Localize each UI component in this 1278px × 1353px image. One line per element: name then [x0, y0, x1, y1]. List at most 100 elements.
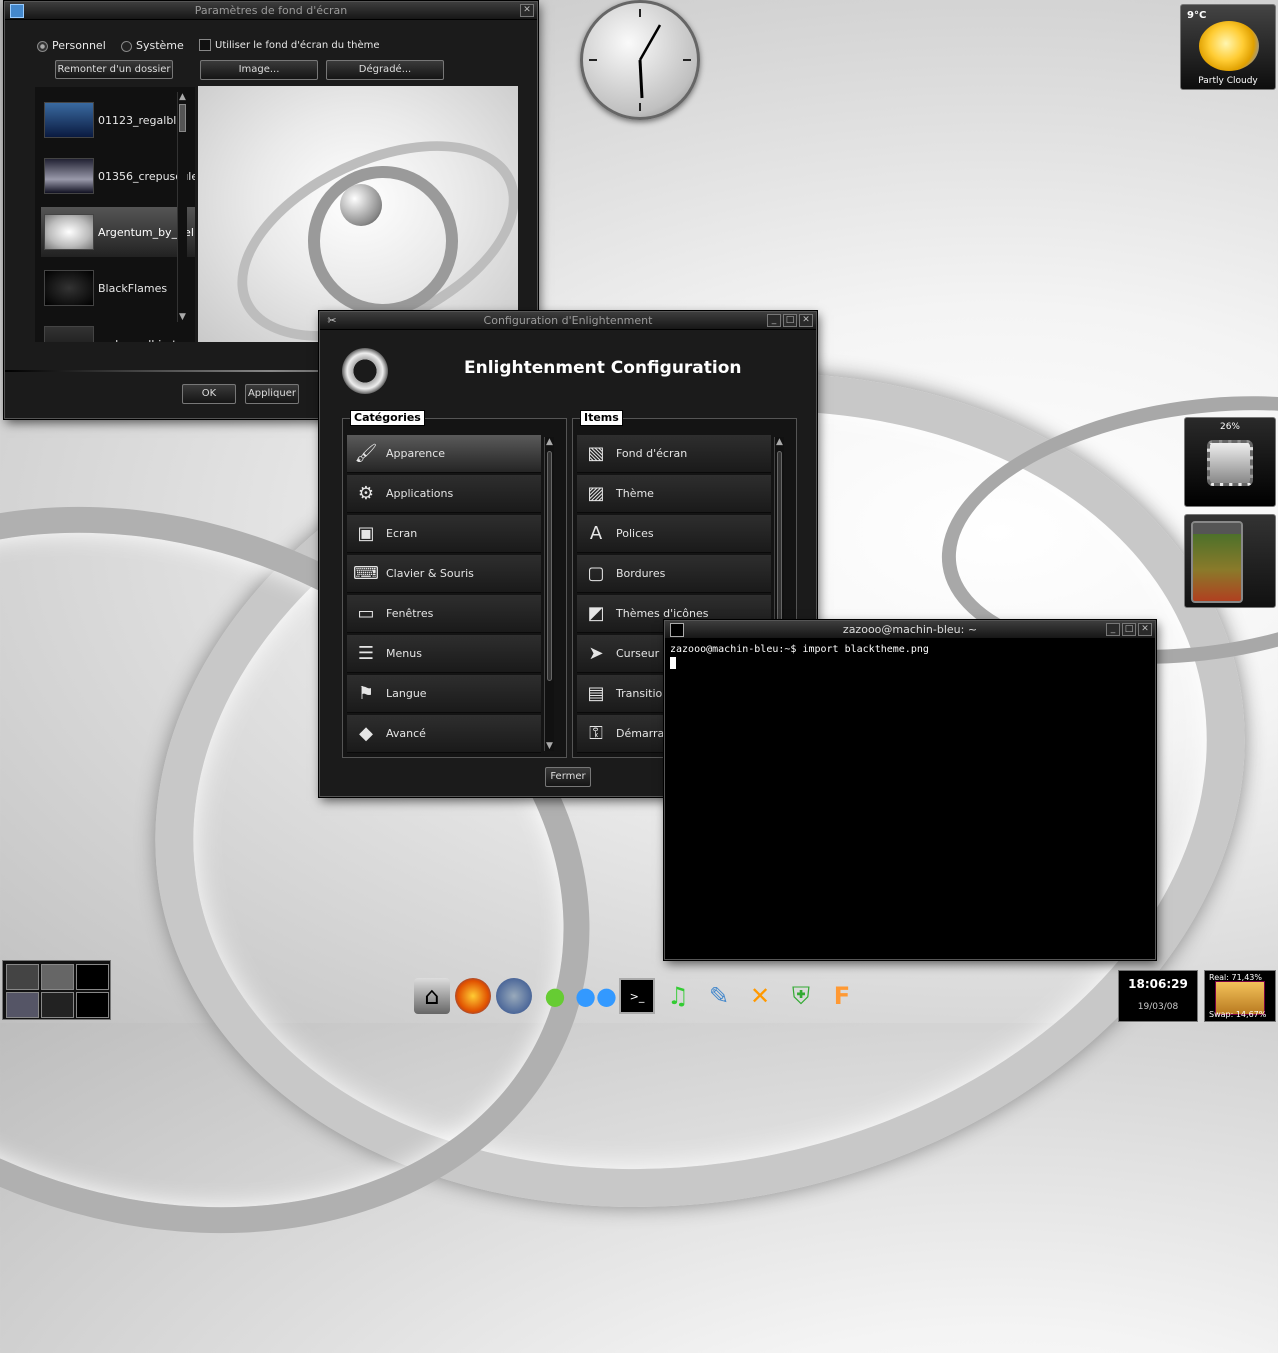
terminal-cursor	[670, 657, 676, 669]
scroll-up-icon[interactable]: ▲	[178, 92, 187, 102]
category-row[interactable]: 🖌 Apparence	[347, 435, 541, 473]
category-label: Langue	[386, 687, 427, 700]
categories-label: Catégories	[350, 410, 425, 426]
thunderbird-icon[interactable]	[496, 978, 532, 1014]
item-label: Thème	[616, 487, 654, 500]
scroll-thumb[interactable]	[777, 451, 782, 641]
terminal-content[interactable]: zazooo@machin-bleu:~$ import blacktheme.…	[670, 643, 1150, 955]
category-label: Avancé	[386, 727, 426, 740]
category-row[interactable]: ▣ Ecran	[347, 515, 541, 553]
messenger-icon[interactable]: ●●	[575, 978, 617, 1014]
monitor-icon: ▣	[357, 523, 375, 544]
wallpaper-list-item[interactable]: 01356_crepuscule	[41, 151, 195, 201]
cursor-icon: ➤	[588, 643, 604, 664]
item-row[interactable]: ▧ Fond d'écran	[577, 435, 771, 473]
dock: ⌂ ● ●● >_ ♫ ✎ ✕ ⛨ F	[414, 978, 860, 1014]
item-row[interactable]: ▨ Thème	[577, 475, 771, 513]
gear-icon: ⚙	[357, 483, 375, 504]
memory-gadget[interactable]: Real: 71,43% Swap: 14,67%	[1204, 970, 1276, 1022]
item-row[interactable]: ▢ Bordures	[577, 555, 771, 593]
scroll-up-icon[interactable]: ▲	[545, 437, 554, 447]
digital-clock[interactable]: 18:06:29 19/03/08	[1118, 970, 1198, 1022]
desktop-pager[interactable]	[2, 960, 111, 1020]
item-label: Bordures	[616, 567, 666, 580]
categories-scrollbar[interactable]: ▲ ▼	[544, 437, 554, 751]
scroll-down-icon[interactable]: ▼	[545, 741, 554, 751]
items-label: Items	[580, 410, 623, 426]
category-row[interactable]: ⚙ Applications	[347, 475, 541, 513]
pager-desk-6[interactable]	[76, 992, 109, 1018]
pager-desk-4[interactable]	[6, 992, 39, 1018]
music-icon[interactable]: ♫	[660, 978, 696, 1014]
close-button[interactable]: Fermer	[545, 767, 591, 787]
wallpaper-list-item[interactable]: BlackFlames	[41, 263, 195, 313]
wallpaper-thumbnail	[44, 270, 94, 306]
wallpaper-list[interactable]: 01123_regalblu 01356_crepuscule Argentum_b…	[35, 87, 195, 342]
battery-gadget[interactable]	[1184, 514, 1276, 608]
category-row[interactable]: ◆ Avancé	[347, 715, 541, 753]
paint-icon[interactable]: ✎	[701, 978, 737, 1014]
minimize-icon[interactable]: _	[767, 314, 781, 327]
e-config-titlebar[interactable]: ✂ Configuration d'Enlightenment _ □ ✕	[320, 312, 816, 330]
pager-desk-2[interactable]	[41, 964, 74, 990]
item-label: Polices	[616, 527, 654, 540]
pager-desk-3[interactable]	[76, 964, 109, 990]
wallpaper-list-item[interactable]: carbon_elbi-otu	[41, 319, 195, 342]
wallpaper-list-item[interactable]: 01123_regalblu	[41, 95, 195, 145]
terminal-icon[interactable]: >_	[619, 978, 655, 1014]
wallpaper-thumbnail	[44, 326, 94, 342]
scroll-up-icon[interactable]: ▲	[775, 437, 784, 447]
up-folder-button[interactable]: Remonter d'un dossier	[55, 60, 173, 79]
home-icon[interactable]: ⌂	[414, 978, 450, 1014]
wallpaper-icon: ▧	[587, 443, 605, 464]
firefox-icon[interactable]	[455, 978, 491, 1014]
maximize-icon[interactable]: □	[783, 314, 797, 327]
scroll-thumb[interactable]	[547, 451, 552, 681]
category-row[interactable]: ⌨ Clavier & Souris	[347, 555, 541, 593]
gradient-button[interactable]: Dégradé...	[326, 60, 444, 80]
pager-desk-5[interactable]	[41, 992, 74, 1018]
use-theme-wallpaper-checkbox[interactable]: Utiliser le fond d'écran du thème	[199, 39, 380, 51]
radio-system-label: Système	[136, 39, 184, 52]
close-icon[interactable]: ✕	[1138, 623, 1152, 636]
maximize-icon[interactable]: □	[1122, 623, 1136, 636]
weather-gadget[interactable]: 9°C Partly Cloudy	[1180, 4, 1276, 90]
radio-personal[interactable]: Personnel	[37, 39, 106, 52]
item-row[interactable]: A Polices	[577, 515, 771, 553]
category-row[interactable]: ☰ Menus	[347, 635, 541, 673]
contact-icon[interactable]: ●	[537, 978, 573, 1014]
ok-button[interactable]: OK	[182, 384, 236, 404]
close-icon[interactable]: ✕	[799, 314, 813, 327]
fenetre-icon[interactable]: ✕	[742, 978, 778, 1014]
minimize-icon[interactable]: _	[1106, 623, 1120, 636]
appearance-icon: 🖌	[354, 443, 378, 464]
category-label: Applications	[386, 487, 454, 500]
clock-face	[589, 9, 691, 111]
clock-date: 19/03/08	[1137, 1002, 1179, 1012]
scroll-thumb[interactable]	[179, 104, 186, 132]
category-row[interactable]: ▭ Fenêtres	[347, 595, 541, 633]
radio-system[interactable]: Système	[121, 39, 184, 52]
f-spot-icon[interactable]: F	[824, 978, 860, 1014]
radio-personal-label: Personnel	[52, 39, 106, 52]
close-icon[interactable]: ✕	[520, 4, 534, 17]
e-config-heading: Enlightenment Configuration	[464, 358, 742, 378]
wallpaper-window-titlebar[interactable]: Paramètres de fond d'écran ✕	[5, 2, 537, 20]
apply-button[interactable]: Appliquer	[245, 384, 299, 404]
terminal-titlebar[interactable]: zazooo@machin-bleu: ~ _ □ ✕	[665, 621, 1155, 639]
clock-time: 18:06:29	[1128, 977, 1188, 991]
scroll-down-icon[interactable]: ▼	[178, 312, 187, 322]
item-label: Transitio	[616, 687, 663, 700]
enlightenment-logo-icon	[342, 348, 388, 394]
borders-icon: ▢	[587, 563, 605, 584]
image-button[interactable]: Image...	[200, 60, 318, 80]
wallpaper-list-scrollbar[interactable]: ▲ ▼	[177, 92, 187, 322]
item-label: Fond d'écran	[616, 447, 688, 460]
memory-swap: Swap: 14,67%	[1209, 1010, 1267, 1019]
pager-desk-1[interactable]	[6, 964, 39, 990]
fonts-icon: A	[589, 523, 603, 544]
category-row[interactable]: ⚑ Langue	[347, 675, 541, 713]
cpu-gadget[interactable]: 26%	[1184, 417, 1276, 507]
shield-icon[interactable]: ⛨	[783, 978, 819, 1014]
wallpaper-list-item[interactable]: Argentum_by_del	[41, 207, 195, 257]
